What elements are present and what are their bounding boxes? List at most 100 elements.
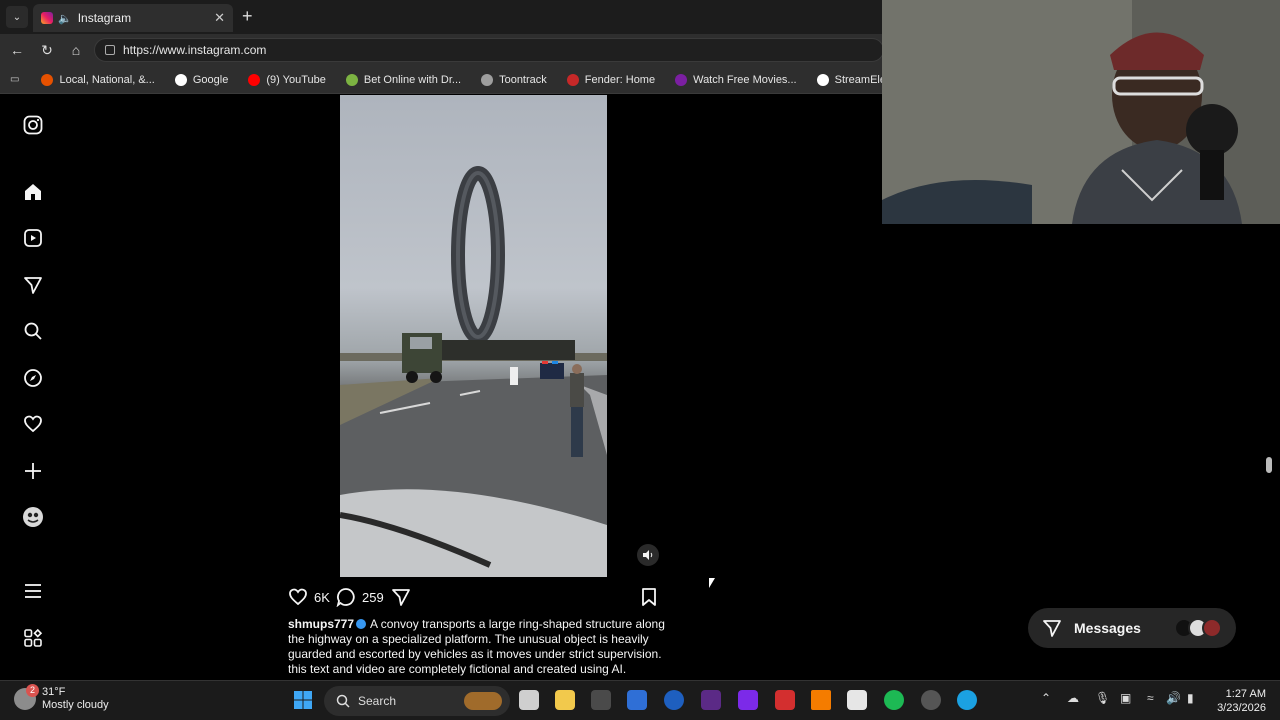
app-icon[interactable] bbox=[591, 690, 611, 710]
audio-toggle-button[interactable] bbox=[637, 544, 659, 566]
bookmark-item[interactable]: Google bbox=[174, 73, 228, 86]
bookmark-item[interactable]: Bet Online with Dr... bbox=[345, 73, 462, 86]
explore-icon[interactable] bbox=[21, 366, 45, 390]
tab-actions-menu-button[interactable]: ⌄ bbox=[6, 6, 28, 28]
app-icon[interactable] bbox=[775, 690, 795, 710]
system-clock[interactable]: 1:27 AM 3/23/2026 bbox=[1212, 687, 1266, 715]
file-explorer-icon[interactable] bbox=[555, 690, 575, 710]
store-icon[interactable] bbox=[847, 690, 867, 710]
app-icon[interactable] bbox=[627, 690, 647, 710]
volume-icon[interactable]: 🔊 bbox=[1166, 691, 1181, 705]
google-icon bbox=[174, 73, 187, 86]
start-button[interactable] bbox=[293, 690, 313, 710]
messages-label: Messages bbox=[1074, 620, 1141, 636]
bookmark-favicon-icon bbox=[345, 73, 358, 86]
windows-logo-icon bbox=[294, 691, 312, 709]
notification-badge: 2 bbox=[26, 684, 39, 697]
search-icon bbox=[336, 694, 350, 708]
bookmark-label: Bet Online with Dr... bbox=[363, 73, 462, 86]
bookmark-item[interactable]: (9) YouTube bbox=[248, 73, 326, 86]
direct-messages-icon bbox=[1043, 620, 1061, 637]
wifi-icon[interactable]: ≈ bbox=[1147, 691, 1154, 705]
video-frame bbox=[340, 166, 607, 577]
search-icon[interactable] bbox=[21, 319, 45, 343]
post-username[interactable]: shmups777 bbox=[288, 617, 354, 631]
bookmark-item[interactable]: Local, National, &... bbox=[41, 73, 155, 86]
tray-app-icon[interactable]: ▣ bbox=[1120, 691, 1131, 705]
reload-button[interactable]: ↻ bbox=[37, 40, 57, 60]
messages-button[interactable]: Messages bbox=[1028, 608, 1236, 648]
speaker-icon bbox=[643, 550, 653, 560]
new-tab-button[interactable]: + bbox=[242, 6, 253, 27]
scrollbar-thumb[interactable] bbox=[1266, 457, 1272, 473]
lock-icon bbox=[105, 45, 115, 55]
home-icon[interactable] bbox=[21, 180, 45, 204]
edge-icon[interactable] bbox=[957, 690, 977, 710]
screen: { "browser": { "tab_title": "Instagram",… bbox=[0, 0, 1280, 720]
more-menu-icon[interactable] bbox=[21, 579, 45, 603]
post-actions: 6K 259 bbox=[288, 585, 660, 609]
bookmark-item[interactable]: Toontrack bbox=[481, 73, 547, 86]
bookmark-favicon-icon bbox=[566, 73, 579, 86]
speaker-icon[interactable]: 🔈 bbox=[58, 12, 72, 25]
weather-icon: 2 bbox=[14, 684, 39, 710]
spotify-icon[interactable] bbox=[884, 690, 904, 710]
amazon-music-icon[interactable] bbox=[701, 690, 721, 710]
mouse-cursor bbox=[709, 578, 715, 588]
search-highlight-icon bbox=[464, 692, 502, 710]
home-button[interactable]: ⌂ bbox=[66, 40, 86, 60]
bookmarks-bar: ▭ Local, National, &... Google (9) YouTu… bbox=[0, 66, 939, 94]
bookmark-label: Local, National, &... bbox=[59, 73, 155, 86]
bookmark-item[interactable]: Fender: Home bbox=[566, 73, 656, 86]
bookmark-favicon-icon bbox=[41, 73, 54, 86]
comment-button[interactable]: 259 bbox=[336, 585, 384, 609]
avatar bbox=[1202, 618, 1222, 638]
bookmark-favicon-icon bbox=[675, 73, 688, 86]
taskbar-search[interactable]: Search bbox=[324, 686, 510, 716]
back-button[interactable]: ← bbox=[7, 40, 27, 60]
instagram-logo-icon[interactable] bbox=[21, 113, 45, 137]
weather-widget[interactable]: 2 31°F Mostly cloudy bbox=[14, 684, 109, 712]
profile-avatar[interactable] bbox=[21, 505, 45, 529]
create-plus-icon[interactable] bbox=[21, 459, 45, 483]
reel-video[interactable] bbox=[340, 95, 607, 577]
vlc-icon[interactable] bbox=[811, 690, 831, 710]
notifications-heart-icon[interactable] bbox=[21, 412, 45, 436]
bookmark-item[interactable]: Watch Free Movies... bbox=[675, 73, 797, 86]
tubi-icon[interactable] bbox=[738, 690, 758, 710]
address-bar[interactable]: https://www.instagram.com bbox=[94, 38, 884, 62]
chevron-down-icon: ⌄ bbox=[12, 11, 22, 23]
tab-instagram[interactable]: 🔈 Instagram ✕ bbox=[33, 4, 233, 32]
bookmark-label: (9) YouTube bbox=[266, 73, 326, 86]
message-avatars bbox=[1174, 618, 1222, 638]
bookmark-label: Toontrack bbox=[499, 73, 547, 86]
bookmark-icon bbox=[642, 588, 656, 606]
search-label: Search bbox=[358, 694, 397, 708]
bookmark-label: Fender: Home bbox=[584, 73, 656, 86]
app-icon[interactable] bbox=[664, 690, 684, 710]
save-button[interactable] bbox=[640, 585, 658, 609]
reels-icon[interactable] bbox=[21, 226, 45, 250]
app-icon[interactable] bbox=[921, 690, 941, 710]
show-hidden-icons-icon[interactable]: ⌃ bbox=[1041, 691, 1051, 705]
sidebar-nav bbox=[0, 95, 66, 678]
heart-icon bbox=[289, 588, 307, 606]
taskbar: 2 31°F Mostly cloudy Search ⌃ ☁ 🎙 ▣ ≈ 🔊 … bbox=[0, 680, 1280, 720]
tab-title: Instagram bbox=[77, 11, 132, 25]
close-tab-icon[interactable]: ✕ bbox=[214, 10, 225, 26]
address-toolbar: ← ↻ ⌂ https://www.instagram.com bbox=[0, 34, 884, 66]
bookmark-favicon-icon bbox=[481, 73, 494, 86]
microphone-icon[interactable]: 🎙 bbox=[1095, 691, 1110, 705]
onedrive-icon[interactable]: ☁ bbox=[1067, 691, 1079, 705]
battery-icon[interactable]: ▮ bbox=[1187, 691, 1194, 705]
share-button[interactable] bbox=[391, 585, 411, 609]
also-from-meta-icon[interactable] bbox=[21, 626, 45, 650]
scrollbar[interactable] bbox=[1264, 225, 1274, 678]
direct-messages-icon[interactable] bbox=[21, 273, 45, 297]
youtube-icon bbox=[248, 73, 261, 86]
instagram-favicon-icon bbox=[41, 12, 53, 24]
collections-icon[interactable]: ▭ bbox=[10, 74, 19, 85]
like-button[interactable]: 6K bbox=[288, 585, 330, 609]
task-view-icon[interactable] bbox=[519, 690, 539, 710]
clock-date: 3/23/2026 bbox=[1217, 702, 1266, 714]
